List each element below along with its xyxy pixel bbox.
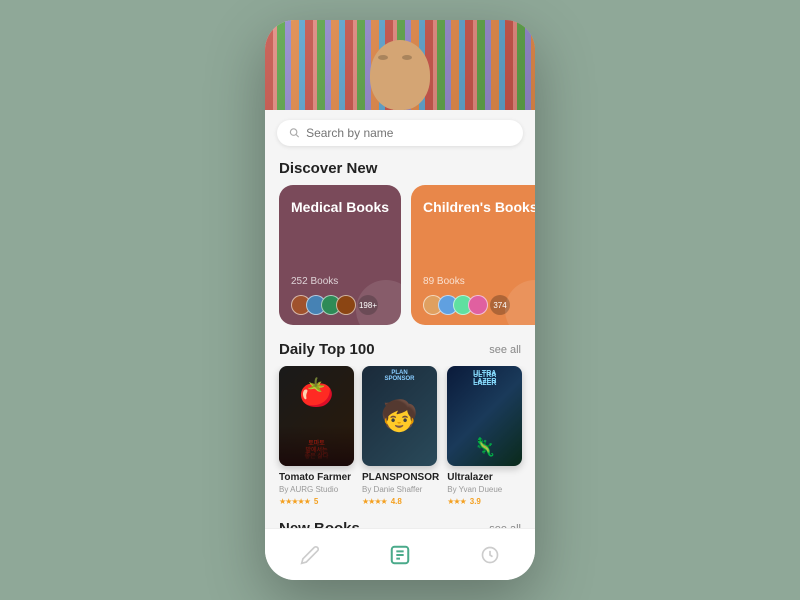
category-name-children: Children's Books bbox=[423, 199, 535, 216]
stars-ultra: ★★★ bbox=[447, 497, 466, 506]
clock-icon bbox=[480, 545, 500, 565]
new-books-header: New Books see all bbox=[265, 516, 535, 528]
hero-person bbox=[370, 40, 430, 110]
book-cover-ultra: ULTRALAZER 🦎 bbox=[447, 366, 522, 466]
hero-banner bbox=[265, 20, 535, 110]
bottom-navigation bbox=[265, 528, 535, 580]
book-item-plan[interactable]: PLANSPONSOR PLANSPONSOR By Danie Shaffer… bbox=[362, 366, 439, 506]
avatar-4 bbox=[336, 295, 356, 315]
search-input[interactable] bbox=[306, 126, 511, 140]
nav-item-edit[interactable] bbox=[290, 535, 330, 575]
rating-num-tomato: 5 bbox=[314, 497, 318, 506]
daily-top-see-all[interactable]: see all bbox=[489, 344, 521, 356]
book-item-tomato[interactable]: 토마토밭에서는좋은 삶다 Tomato Farmer By AURG Studi… bbox=[279, 366, 354, 506]
book-item-ultra[interactable]: ULTRALAZER 🦎 Ultralazer By Yvan Dueue ★★… bbox=[447, 366, 522, 506]
phone-frame: Discover New Medical Books 252 Books 198… bbox=[265, 20, 535, 580]
book-author-tomato: By AURG Studio bbox=[279, 485, 354, 494]
discover-title: Discover New bbox=[279, 160, 377, 177]
category-card-children[interactable]: Children's Books 89 Books 374 bbox=[411, 185, 535, 325]
rating-num-ultra: 3.9 bbox=[470, 497, 481, 506]
book-cover-plan: PLANSPONSOR bbox=[362, 366, 437, 466]
main-scroll-area[interactable]: Discover New Medical Books 252 Books 198… bbox=[265, 110, 535, 528]
book-cover-tomato: 토마토밭에서는좋은 삶다 bbox=[279, 366, 354, 466]
new-books-title: New Books bbox=[279, 520, 360, 528]
daily-top-books-list: 토마토밭에서는좋은 삶다 Tomato Farmer By AURG Studi… bbox=[265, 366, 535, 516]
book-author-plan: By Danie Shaffer bbox=[362, 485, 439, 494]
category-name-medical: Medical Books bbox=[291, 199, 389, 216]
book-title-tomato: Tomato Farmer bbox=[279, 472, 354, 483]
categories-list[interactable]: Medical Books 252 Books 198+ Children's … bbox=[265, 185, 535, 337]
nav-item-history[interactable] bbox=[470, 535, 510, 575]
daily-top-title: Daily Top 100 bbox=[279, 341, 375, 358]
pencil-icon bbox=[300, 545, 320, 565]
daily-top-header: Daily Top 100 see all bbox=[265, 337, 535, 366]
book-rating-plan: ★★★★ 4.8 bbox=[362, 497, 439, 506]
search-bar[interactable] bbox=[277, 120, 523, 146]
nav-item-library[interactable] bbox=[380, 535, 420, 575]
search-icon bbox=[289, 127, 300, 139]
book-title-ultra: Ultralazer bbox=[447, 472, 522, 483]
book-title-plan: PLANSPONSOR bbox=[362, 472, 439, 483]
discover-header: Discover New bbox=[265, 156, 535, 185]
book-rating-tomato: ★★★★★ 5 bbox=[279, 497, 354, 506]
avatar-c4 bbox=[468, 295, 488, 315]
rating-num-plan: 4.8 bbox=[391, 497, 402, 506]
book-author-ultra: By Yvan Dueue bbox=[447, 485, 522, 494]
category-card-medical[interactable]: Medical Books 252 Books 198+ bbox=[279, 185, 401, 325]
book-rating-ultra: ★★★ 3.9 bbox=[447, 497, 522, 506]
stars-tomato: ★★★★★ bbox=[279, 497, 310, 506]
bookmark-icon bbox=[389, 544, 411, 566]
stars-plan: ★★★★ bbox=[362, 497, 387, 506]
